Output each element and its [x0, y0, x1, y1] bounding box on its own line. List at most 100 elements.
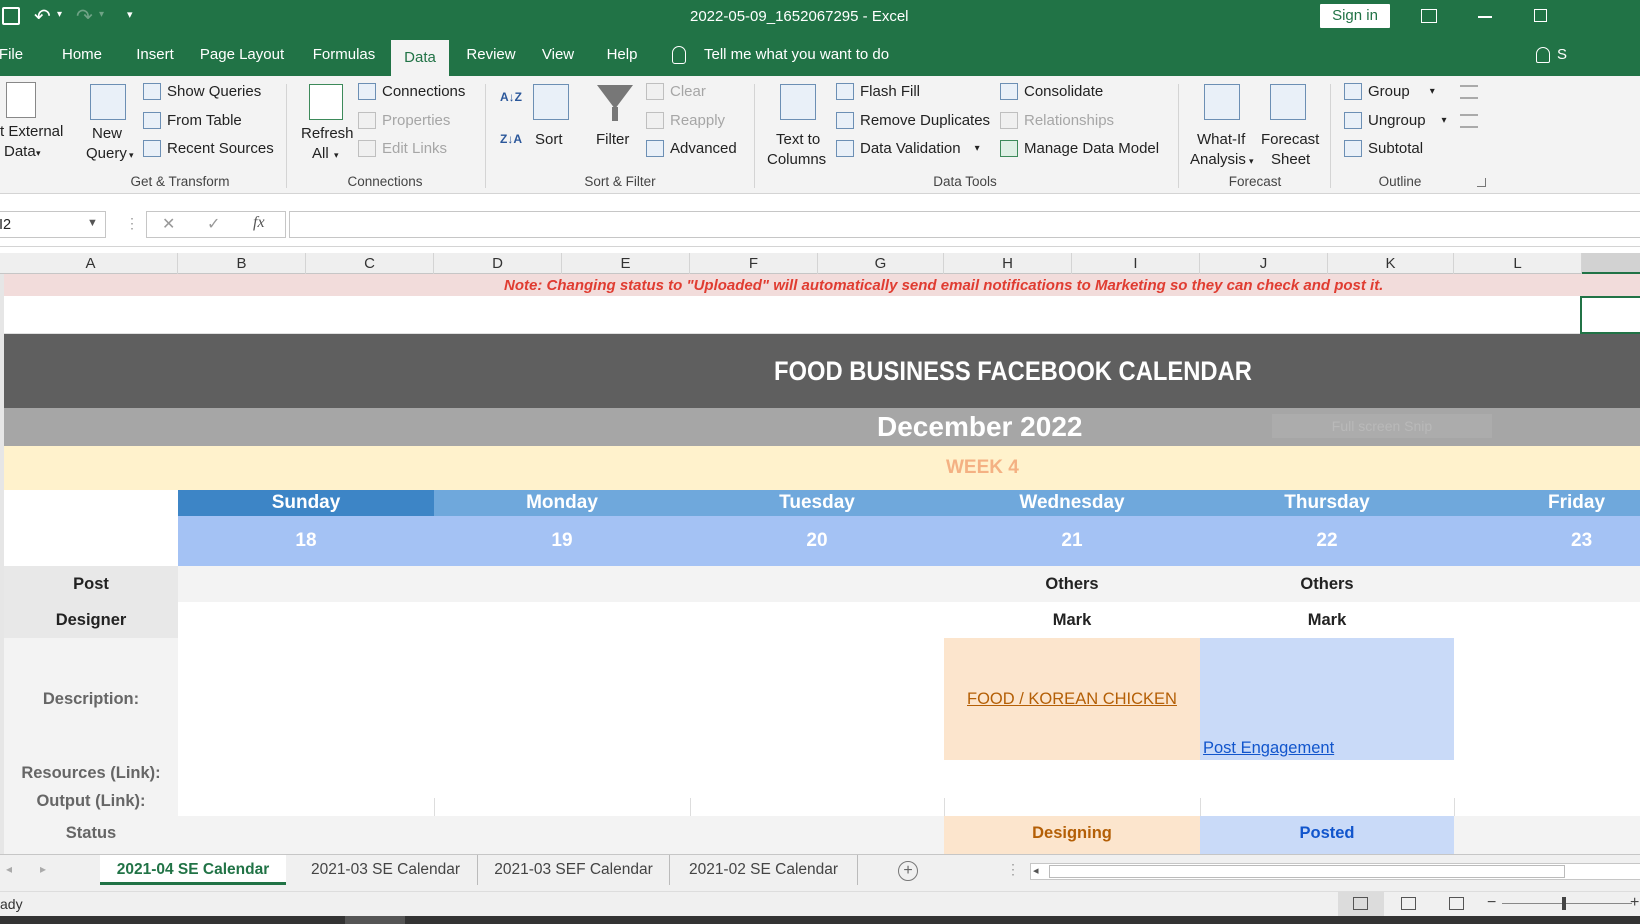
sort-a-to-z-icon[interactable]: A↓Z [500, 90, 522, 104]
column-header-k[interactable]: K [1328, 253, 1454, 274]
tell-me-search[interactable]: Tell me what you want to do [704, 46, 889, 63]
recent-sources-button[interactable]: Recent Sources [143, 140, 274, 157]
column-header-d[interactable]: D [434, 253, 562, 274]
sheet-tab-2021-04-se[interactable]: 2021-04 SE Calendar [100, 855, 286, 885]
new-sheet-icon[interactable]: + [898, 861, 918, 881]
day-header-tuesday[interactable]: Tuesday [690, 490, 944, 516]
subtotal-button[interactable]: Subtotal [1344, 140, 1423, 157]
month-band[interactable]: December 2022 Full screen Snip [4, 408, 1640, 446]
share-label[interactable]: S [1557, 46, 1567, 63]
undo-dropdown-icon[interactable]: ▾ [57, 9, 62, 20]
note-banner[interactable]: Note: Changing status to "Uploaded" will… [4, 274, 1640, 296]
sheet-tab-2021-02-se[interactable]: 2021-02 SE Calendar [670, 855, 858, 885]
day-header-monday[interactable]: Monday [434, 490, 690, 516]
week-band[interactable]: WEEK 4 [4, 446, 1640, 490]
row-label-designer[interactable]: Designer [4, 602, 178, 638]
customize-toolbar-icon[interactable]: ▾ [127, 8, 133, 21]
day-header-wednesday[interactable]: Wednesday [944, 490, 1200, 516]
minimize-icon[interactable] [1478, 16, 1492, 18]
consolidate-button[interactable]: Consolidate [1000, 83, 1103, 100]
filter-button[interactable]: Filter [596, 130, 629, 150]
empty-row[interactable] [4, 296, 1640, 334]
worksheet-grid[interactable]: Note: Changing status to "Uploaded" will… [0, 274, 1640, 854]
refresh-all-label-2[interactable]: All [312, 144, 329, 164]
hide-detail-icon[interactable] [1460, 114, 1478, 128]
zoom-out-icon[interactable]: − [1487, 894, 1496, 912]
ungroup-dropdown-icon[interactable]: ▾ [1442, 115, 1447, 126]
forecast-sheet-icon[interactable] [1270, 84, 1306, 120]
scroll-tabs-left-icon[interactable]: ◂ [6, 862, 12, 876]
tab-help[interactable]: Help [600, 34, 644, 76]
tab-home[interactable]: Home [56, 34, 108, 76]
undo-icon[interactable]: ↶ [34, 4, 51, 29]
from-table-button[interactable]: From Table [143, 112, 242, 129]
status-cell-wednesday[interactable]: Designing [944, 816, 1200, 854]
active-cell[interactable] [1580, 296, 1640, 334]
get-external-data-label-2[interactable]: Data [4, 142, 36, 162]
column-header-h[interactable]: H [944, 253, 1072, 274]
zoom-slider-track[interactable] [1502, 903, 1632, 904]
tab-review[interactable]: Review [462, 34, 520, 76]
remove-duplicates-button[interactable]: Remove Duplicates [836, 112, 990, 129]
maximize-icon[interactable] [1534, 9, 1547, 22]
sheet-tab-2021-03-se[interactable]: 2021-03 SE Calendar [294, 855, 478, 885]
date-cell[interactable]: 18 [178, 516, 434, 566]
column-header-j[interactable]: J [1200, 253, 1328, 274]
save-icon[interactable] [2, 7, 20, 25]
date-cell[interactable]: 20 [690, 516, 944, 566]
filter-icon[interactable] [597, 85, 633, 109]
column-header-selected[interactable] [1582, 253, 1640, 274]
day-header-thursday[interactable]: Thursday [1200, 490, 1454, 516]
new-query-label-1[interactable]: New [92, 124, 122, 144]
text-to-columns-label-2[interactable]: Columns [767, 150, 826, 170]
date-cell[interactable]: 19 [434, 516, 690, 566]
advanced-filter-button[interactable]: Advanced [646, 140, 737, 157]
day-header-sunday[interactable]: Sunday [178, 490, 434, 516]
day-header-friday[interactable]: Friday [1454, 490, 1640, 516]
outline-dialog-launcher-icon[interactable] [1477, 178, 1486, 187]
column-header-g[interactable]: G [818, 253, 944, 274]
zoom-in-icon[interactable]: + [1630, 894, 1639, 912]
post-cell-thursday[interactable]: Others [1200, 566, 1454, 602]
horizontal-scrollbar[interactable]: ◂ [1030, 863, 1640, 880]
sort-z-to-a-icon[interactable]: Z↓A [500, 132, 522, 146]
refresh-all-dropdown-icon[interactable]: ▾ [334, 150, 339, 161]
scroll-left-icon[interactable]: ◂ [1033, 864, 1039, 877]
new-query-dropdown-icon[interactable]: ▾ [129, 150, 134, 161]
insert-function-icon[interactable]: fx [253, 214, 265, 232]
page-layout-view-icon[interactable] [1401, 897, 1416, 910]
date-cell[interactable]: 22 [1200, 516, 1454, 566]
what-if-analysis-label-2[interactable]: Analysis [1190, 150, 1246, 170]
ribbon-display-options-icon[interactable] [1421, 9, 1437, 23]
get-external-data-label-1[interactable]: t External [0, 122, 66, 142]
show-detail-icon[interactable] [1460, 85, 1478, 99]
description-cell-thursday[interactable]: Post Engagement [1200, 638, 1454, 760]
sheet-tab-2021-03-sef[interactable]: 2021-03 SEF Calendar [478, 855, 670, 885]
new-query-icon[interactable] [90, 84, 126, 120]
tab-file[interactable]: File [0, 34, 26, 76]
description-link[interactable]: FOOD / KOREAN CHICKEN [967, 690, 1177, 709]
column-header-f[interactable]: F [690, 253, 818, 274]
ungroup-button[interactable]: Ungroup ▾ [1344, 112, 1447, 129]
designer-cell-wednesday[interactable]: Mark [944, 602, 1200, 638]
calendar-title-band[interactable]: FOOD BUSINESS FACEBOOK CALENDAR [4, 334, 1640, 408]
text-to-columns-icon[interactable] [780, 84, 816, 120]
row-label-post[interactable]: Post [4, 566, 178, 602]
what-if-analysis-label-1[interactable]: What-If [1197, 130, 1245, 150]
description-link[interactable]: Post Engagement [1203, 739, 1334, 758]
designer-cell-thursday[interactable]: Mark [1200, 602, 1454, 638]
scroll-tabs-right-icon[interactable]: ▸ [40, 862, 46, 876]
cancel-entry-icon[interactable]: ✕ [162, 214, 175, 234]
row-label-status[interactable]: Status [4, 816, 178, 854]
row-label-resources[interactable]: Resources (Link): [4, 760, 178, 786]
scrollbar-thumb[interactable] [1049, 865, 1565, 878]
page-break-preview-icon[interactable] [1449, 897, 1464, 910]
column-header-e[interactable]: E [562, 253, 690, 274]
refresh-all-icon[interactable] [309, 84, 343, 120]
forecast-sheet-label-2[interactable]: Sheet [1271, 150, 1310, 170]
what-if-analysis-icon[interactable] [1204, 84, 1240, 120]
tab-split-grip-icon[interactable]: ⋮ [1006, 861, 1020, 878]
formula-bar-grip-icon[interactable]: ⋮ [125, 215, 139, 232]
tab-page-layout[interactable]: Page Layout [198, 34, 286, 76]
tab-insert[interactable]: Insert [130, 34, 180, 76]
